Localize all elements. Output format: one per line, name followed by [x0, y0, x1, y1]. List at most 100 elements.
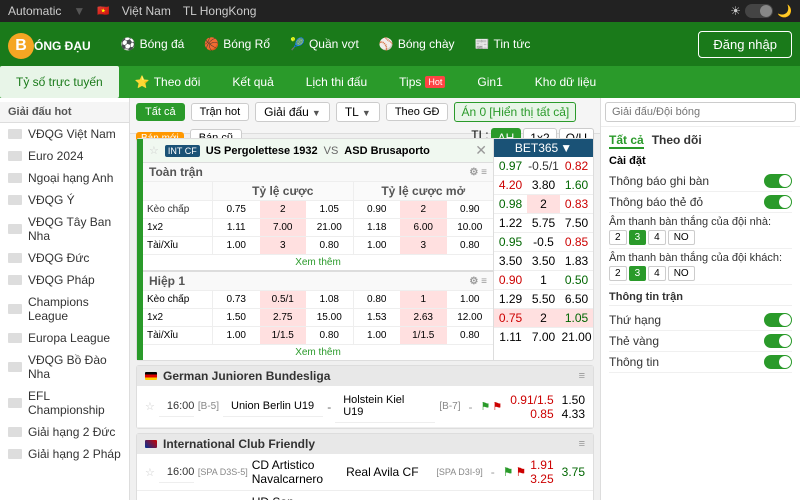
- row-label: 1x2: [143, 219, 213, 236]
- sun-icon: ☀: [730, 4, 741, 18]
- bk-odds-row: 0.95 -0.5 0.85: [494, 233, 593, 252]
- close-match-icon[interactable]: ✕: [475, 142, 487, 159]
- flag-icon2[interactable]: ⚑: [516, 465, 527, 479]
- int-league-name: International Club Friendly: [163, 437, 315, 451]
- num-btn-3k[interactable]: 3: [629, 266, 647, 281]
- sidebar-item-vdqg-vn[interactable]: VĐQG Việt Nam: [0, 123, 129, 145]
- nav-bongchay[interactable]: ⚾Bóng chày: [369, 22, 465, 66]
- country-label[interactable]: Việt Nam: [122, 4, 171, 18]
- theVang-toggle[interactable]: [764, 334, 792, 348]
- filter-an0[interactable]: Án 0 [Hiển thị tất cả]: [454, 102, 576, 122]
- odds-cell: 21.00: [306, 219, 353, 236]
- filter-tran-hot[interactable]: Trận hot: [191, 103, 250, 121]
- sidebar-item-vdqg-phap[interactable]: VĐQG Pháp: [0, 269, 129, 291]
- num-btn-2[interactable]: 2: [609, 230, 627, 245]
- bk-cell: 0.90: [494, 271, 527, 289]
- bk-odds-row: 1.22 5.75 7.50: [494, 214, 593, 233]
- bk-cell: 1.83: [560, 252, 593, 270]
- favorite-star-icon[interactable]: ☆: [149, 144, 159, 157]
- filter-tl[interactable]: TL ▼: [336, 102, 380, 122]
- ghiban-toggle[interactable]: [764, 174, 792, 188]
- sidebar-item-vdqg-bdn[interactable]: VĐQG Bồ Đào Nha: [0, 349, 129, 385]
- int-league-settings-icon[interactable]: ≡: [579, 438, 585, 450]
- bk-cell: 0.98: [494, 195, 527, 213]
- tab-ty-so-truc-tuyen[interactable]: Tỷ số trực tuyến: [0, 66, 119, 98]
- view-more-link[interactable]: Xem thêm: [143, 255, 493, 270]
- nav-bongro[interactable]: 🏀Bóng Rổ: [194, 22, 280, 66]
- filter-giai-dau[interactable]: Giải đấu ▼: [255, 102, 330, 122]
- home-team: UD San Sebastian Reyes: [252, 495, 333, 500]
- odds-cell: 1.11: [213, 219, 260, 236]
- filter-theo-go[interactable]: Theo GĐ: [386, 103, 449, 121]
- sidebar-item-vdqg-duc[interactable]: VĐQG Đức: [0, 247, 129, 269]
- odds-cell: 0.73: [213, 291, 260, 308]
- sidebar-item-vdqg-y[interactable]: VĐQG Ý: [0, 189, 129, 211]
- tab-tips[interactable]: Tips Hot: [383, 66, 461, 98]
- odds-cell: 0.80: [306, 327, 353, 344]
- flag-action-icon[interactable]: ⚑: [481, 400, 491, 413]
- flag-action2-icon[interactable]: ⚑: [492, 400, 502, 413]
- hiep1-settings-icon[interactable]: ⚙ ≡: [469, 276, 487, 287]
- favorite-star-icon[interactable]: ☆: [145, 400, 155, 413]
- num-btn-nok[interactable]: NO: [668, 266, 695, 281]
- nav-tintuc[interactable]: 📰Tin tức: [465, 22, 541, 66]
- search-input[interactable]: [605, 102, 796, 122]
- dropdown-icon[interactable]: ▼: [560, 141, 572, 155]
- cai-dat-title: Cài đặt: [609, 155, 792, 167]
- odds-cell: 10.00: [447, 219, 494, 236]
- tab-theo-doi[interactable]: ⭐Theo dõi: [119, 66, 217, 98]
- sidebar-item-euro[interactable]: Euro 2024: [0, 145, 129, 167]
- odds-cell: 0.90: [354, 201, 401, 218]
- match-odds-mini2: 1.50 4.33: [562, 393, 585, 421]
- odds-cell: 15.00: [306, 309, 353, 326]
- table-row: Kèo chấp 0.73 0.5/1 1.08 0.80 1 1.00: [143, 291, 493, 309]
- flag-de2-icon: [8, 427, 22, 437]
- settings-icon[interactable]: ⚙ ≡: [469, 167, 487, 178]
- thongTin-toggle[interactable]: [764, 355, 792, 369]
- num-btn-4k[interactable]: 4: [648, 266, 666, 281]
- thuHang-toggle[interactable]: [764, 313, 792, 327]
- login-button[interactable]: Đăng nhập: [698, 31, 792, 58]
- logo-icon: B: [8, 33, 34, 59]
- flag-el-icon: [8, 333, 22, 343]
- flag-de-icon: [8, 253, 22, 263]
- league-settings-icon[interactable]: ≡: [579, 370, 585, 382]
- odds-cell-hl: 1: [400, 291, 447, 308]
- sidebar-item-hang2-duc[interactable]: Giải hạng 2 Đức: [0, 421, 129, 443]
- sidebar-item-champions-league[interactable]: Champions League: [0, 291, 129, 327]
- away-team: Real Avila CF: [346, 465, 432, 479]
- odds-cell-hl: 6.00: [400, 219, 447, 236]
- theme-switch[interactable]: [745, 4, 773, 18]
- filter-tat-ca[interactable]: Tất cả: [136, 103, 185, 121]
- num-btn-4[interactable]: 4: [648, 230, 666, 245]
- mini-odds2: 3.75: [562, 465, 585, 479]
- sidebar-item-vdqg-tbn[interactable]: VĐQG Tây Ban Nha: [0, 211, 129, 247]
- thedo-toggle[interactable]: [764, 195, 792, 209]
- thedo-label: Thông báo thẻ đỏ: [609, 195, 703, 209]
- sidebar-item-ngoai-hang-anh[interactable]: Ngoại hạng Anh: [0, 167, 129, 189]
- tab-kho-du-lieu[interactable]: Kho dữ liệu: [519, 66, 612, 98]
- row-label: Kèo chấp: [143, 201, 213, 218]
- num-btn-no[interactable]: NO: [668, 230, 695, 245]
- german-league-header: German Junioren Bundesliga ≡: [137, 366, 593, 386]
- tab-ket-qua[interactable]: Kết quả: [216, 66, 289, 98]
- tab-gin1[interactable]: Gin1: [461, 66, 518, 98]
- dark-mode-toggle[interactable]: ☀ 🌙: [730, 4, 792, 18]
- favorite-star-icon[interactable]: ☆: [145, 466, 155, 479]
- num-btn-3[interactable]: 3: [629, 230, 647, 245]
- view-more-h1-link[interactable]: Xem thêm: [143, 345, 493, 360]
- sidebar-item-europa-league[interactable]: Europa League: [0, 327, 129, 349]
- nav-quanvot[interactable]: 🎾Quần vợt: [280, 22, 369, 66]
- mode-label[interactable]: Automatic: [8, 4, 61, 18]
- odds-group2: 1.00 1/1.5 0.80: [354, 327, 494, 344]
- tab-lich-thi-dau[interactable]: Lịch thi đấu: [290, 66, 383, 98]
- num-btn-2k[interactable]: 2: [609, 266, 627, 281]
- settings-tab-tatca[interactable]: Tất cả: [609, 133, 644, 149]
- sub-nav: Tỷ số trực tuyến ⭐Theo dõi Kết quả Lịch …: [0, 66, 800, 98]
- sidebar-item-efl[interactable]: EFL Championship: [0, 385, 129, 421]
- nav-bongda[interactable]: ⚽Bóng đá: [111, 22, 195, 66]
- timezone-label[interactable]: TL HongKong: [183, 4, 257, 18]
- sidebar-item-hang2-phap[interactable]: Giải hạng 2 Pháp: [0, 443, 129, 465]
- settings-tab-theodoi[interactable]: Theo dõi: [652, 133, 702, 149]
- flag-icon1[interactable]: ⚑: [503, 465, 514, 479]
